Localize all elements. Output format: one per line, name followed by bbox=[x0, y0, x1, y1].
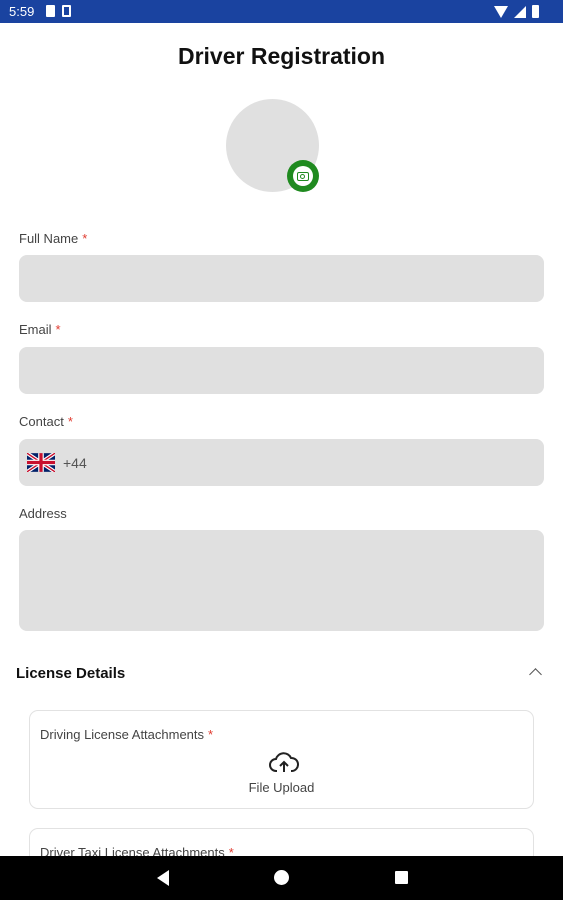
chevron-up-icon[interactable] bbox=[529, 668, 542, 681]
full-name-input[interactable] bbox=[19, 255, 544, 302]
signal-icon bbox=[514, 5, 526, 18]
full-name-label: Full Name * bbox=[19, 231, 88, 246]
email-input[interactable] bbox=[19, 347, 544, 394]
page-title: Driver Registration bbox=[177, 43, 386, 69]
storage-icon bbox=[62, 5, 71, 17]
contact-input[interactable]: +44 bbox=[19, 439, 544, 486]
card-label: Driving License Attachments * bbox=[40, 727, 214, 742]
email-label: Email * bbox=[19, 322, 61, 337]
wifi-icon bbox=[494, 5, 508, 18]
navigation-bar bbox=[0, 856, 563, 900]
cloud-upload-icon[interactable] bbox=[269, 752, 299, 774]
driving-license-upload-card[interactable]: Driving License Attachments * File Upload bbox=[29, 710, 534, 809]
file-upload-label: File Upload bbox=[248, 780, 315, 795]
home-icon[interactable] bbox=[274, 870, 289, 885]
contact-label: Contact * bbox=[19, 414, 73, 429]
address-label: Address bbox=[19, 506, 67, 521]
address-textarea[interactable] bbox=[19, 530, 544, 631]
uk-flag-icon[interactable] bbox=[27, 453, 55, 472]
license-details-title[interactable]: License Details bbox=[16, 665, 125, 682]
status-time: 5:59 bbox=[9, 4, 35, 19]
dial-code: +44 bbox=[63, 455, 87, 471]
camera-button[interactable] bbox=[287, 160, 319, 192]
back-icon[interactable] bbox=[157, 870, 169, 886]
status-bar: 5:59 bbox=[0, 0, 563, 23]
camera-icon bbox=[297, 171, 309, 181]
battery-icon bbox=[532, 5, 539, 18]
recents-icon[interactable] bbox=[395, 871, 408, 884]
sd-card-icon bbox=[46, 5, 55, 17]
